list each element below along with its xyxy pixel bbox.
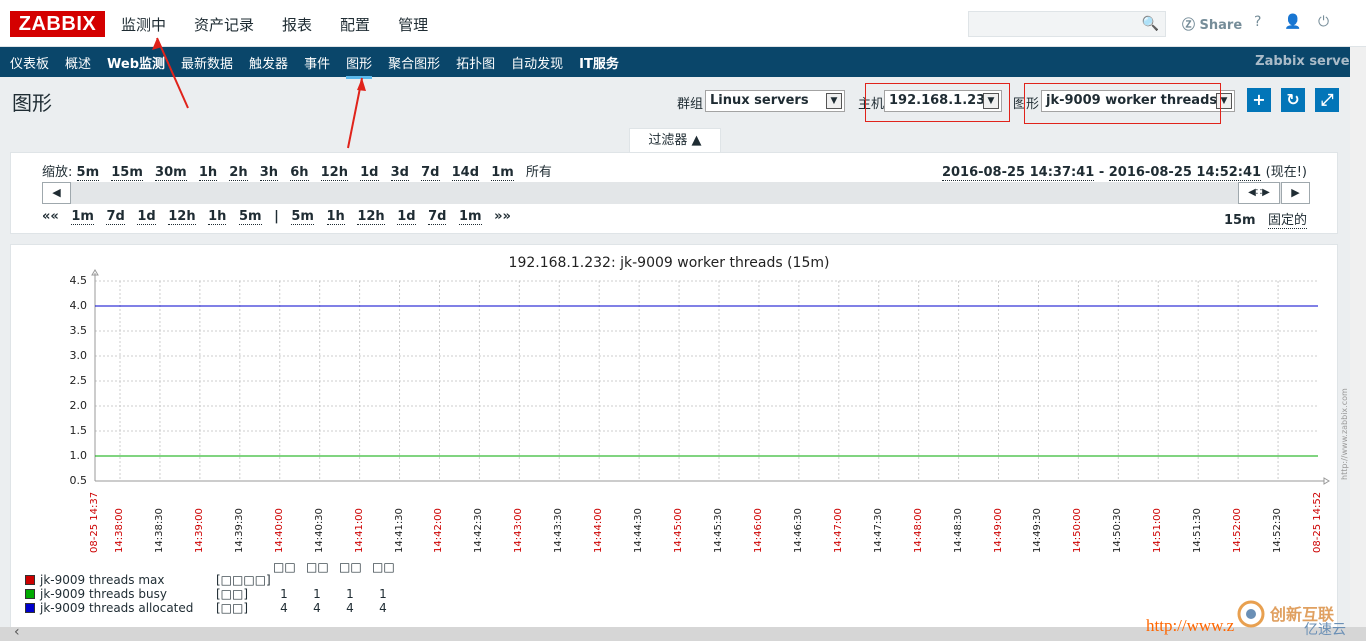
legend-function: [□□] <box>216 587 249 601</box>
x-tick-label: 14:46:30 <box>792 508 804 553</box>
legend-color-swatch <box>25 589 35 599</box>
x-tick-label: 14:39:00 <box>193 508 205 553</box>
legend-row: jk-9009 threads busy <box>25 587 167 601</box>
legend-function: [□□□□] <box>216 573 271 587</box>
watermark-url: http://www.z <box>1146 616 1235 635</box>
x-tick-label: 14:50:00 <box>1072 508 1084 553</box>
legend-column-header: □□ <box>306 560 329 574</box>
x-tick-label: 14:42:00 <box>433 508 445 553</box>
x-tick-label: 14:39:30 <box>233 508 245 553</box>
x-tick-label: 08-25 14:52 <box>1312 491 1323 553</box>
legend-series-name: jk-9009 threads allocated <box>40 601 194 615</box>
x-tick-label: 14:49:00 <box>992 508 1004 553</box>
x-axis-arrow-icon <box>1323 477 1330 485</box>
legend-column-header: □□ <box>273 560 296 574</box>
x-tick-label: 14:45:30 <box>713 508 724 553</box>
x-tick-label: 14:45:00 <box>673 508 685 553</box>
legend-value: 4 <box>379 601 387 615</box>
brand-logo-icon <box>1237 600 1265 628</box>
x-tick-label: 14:44:30 <box>633 508 645 553</box>
legend-row: jk-9009 threads max <box>25 573 165 587</box>
x-tick-label: 14:44:00 <box>593 508 605 553</box>
x-tick-label: 14:47:00 <box>832 508 844 553</box>
x-tick-label: 14:40:30 <box>313 508 325 553</box>
legend-value: 1 <box>313 587 321 601</box>
side-watermark: http://www.zabbix.com <box>1340 388 1349 480</box>
legend-color-swatch <box>25 575 35 585</box>
x-tick-label: 14:51:30 <box>1192 508 1204 553</box>
x-tick-label: 14:46:00 <box>752 508 764 553</box>
watermark-logo: 创新互联 亿速云 <box>1236 597 1346 638</box>
legend-value: 4 <box>313 601 321 615</box>
scroll-left-icon[interactable]: ‹ <box>14 624 20 640</box>
x-tick-label: 14:43:00 <box>513 508 525 553</box>
x-tick-label: 14:52:00 <box>1232 508 1244 553</box>
x-tick-label: 08-25 14:37 <box>89 491 100 553</box>
x-tick-label: 14:52:30 <box>1272 508 1284 553</box>
legend-color-swatch <box>25 603 35 613</box>
x-tick-label: 14:49:30 <box>1032 508 1044 553</box>
x-tick-label: 14:43:30 <box>553 508 565 553</box>
legend-value: 4 <box>280 601 288 615</box>
x-tick-label: 14:48:30 <box>952 508 964 553</box>
x-tick-label: 14:38:00 <box>114 508 125 553</box>
x-tick-label: 14:40:00 <box>273 508 285 553</box>
x-tick-label: 14:48:00 <box>912 508 924 553</box>
legend-series-name: jk-9009 threads max <box>40 573 165 587</box>
x-tick-label: 14:51:00 <box>1152 508 1164 553</box>
legend-column-header: □□ <box>372 560 395 574</box>
x-tick-label: 14:50:30 <box>1112 508 1124 553</box>
legend-function: [□□] <box>216 601 249 615</box>
x-tick-label: 14:47:30 <box>872 508 884 553</box>
x-tick-label: 14:38:30 <box>153 508 165 553</box>
x-tick-label: 14:42:30 <box>473 508 485 553</box>
legend-series-name: jk-9009 threads busy <box>40 587 167 601</box>
legend-column-header: □□ <box>339 560 362 574</box>
x-tick-label: 14:41:00 <box>353 508 365 553</box>
legend-value: 1 <box>346 587 354 601</box>
legend-row: jk-9009 threads allocated <box>25 601 193 615</box>
legend-value: 1 <box>280 587 288 601</box>
legend-value: 1 <box>379 587 387 601</box>
x-tick-label: 14:41:30 <box>393 508 405 553</box>
legend-value: 4 <box>346 601 354 615</box>
watermark-brand2: 亿速云 <box>1304 622 1346 638</box>
